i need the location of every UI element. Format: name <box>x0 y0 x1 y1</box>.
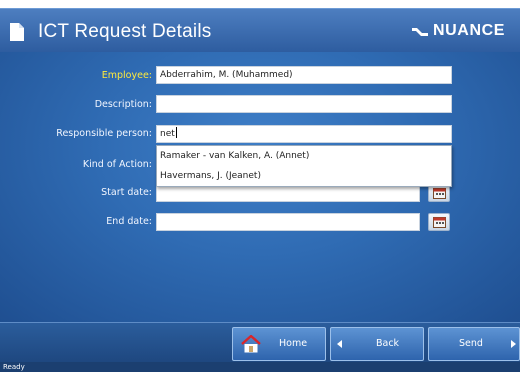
logo-text: NUANCE <box>433 22 506 39</box>
home-button[interactable]: Home <box>232 327 326 361</box>
calendar-icon <box>433 188 446 199</box>
responsible-person-field[interactable]: net <box>156 125 452 143</box>
responsible-person-label: Responsible person: <box>56 128 152 139</box>
start-date-label: Start date: <box>101 187 152 198</box>
responsible-person-value: net <box>160 129 175 139</box>
document-icon <box>9 22 25 42</box>
send-button[interactable]: Send <box>428 327 520 361</box>
employee-label: Employee: <box>101 70 152 81</box>
description-field[interactable] <box>156 95 452 113</box>
end-date-calendar-button[interactable] <box>428 213 450 231</box>
send-button-label: Send <box>459 338 483 349</box>
nuance-logo-mark-icon <box>411 25 429 37</box>
status-text: Ready <box>3 363 25 371</box>
autocomplete-item[interactable]: Ramaker - van Kalken, A. (Annet) <box>157 146 451 166</box>
kind-of-action-label: Kind of Action: <box>82 159 152 170</box>
right-arrow-icon <box>511 340 516 348</box>
status-bar: Ready <box>0 362 520 372</box>
left-arrow-icon <box>337 340 342 348</box>
description-label: Description: <box>94 99 152 110</box>
navigation-bar: Home Back Send <box>0 322 520 363</box>
autocomplete-item[interactable]: Havermans, J. (Jeanet) <box>157 166 451 186</box>
calendar-icon <box>433 217 446 228</box>
end-date-label: End date: <box>106 216 152 227</box>
responsible-person-autocomplete: Ramaker - van Kalken, A. (Annet) Haverma… <box>156 145 452 187</box>
page-title: ICT Request Details <box>38 21 212 42</box>
end-date-field[interactable] <box>156 213 420 231</box>
text-caret <box>175 127 177 138</box>
home-button-label: Home <box>279 338 308 349</box>
nuance-logo: NUANCE <box>411 22 505 40</box>
employee-value: Abderrahim, M. (Muhammed) <box>160 70 293 80</box>
window-top-strip <box>0 0 520 8</box>
back-button-label: Back <box>376 338 400 349</box>
app-header: ICT Request Details NUANCE <box>0 8 520 53</box>
home-icon <box>241 335 261 353</box>
employee-field[interactable]: Abderrahim, M. (Muhammed) <box>156 66 452 84</box>
back-button[interactable]: Back <box>330 327 424 361</box>
form-area: Employee: Abderrahim, M. (Muhammed) Desc… <box>0 52 520 322</box>
